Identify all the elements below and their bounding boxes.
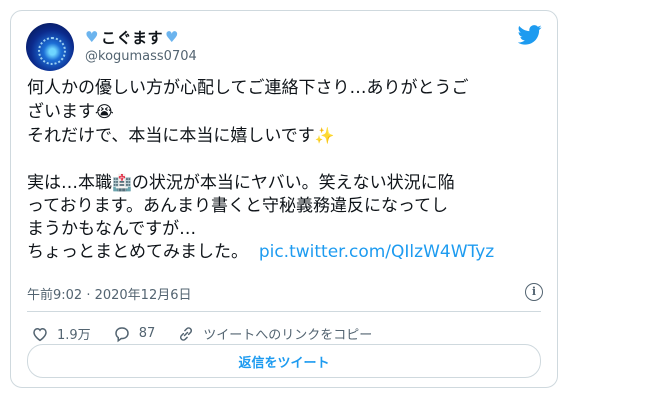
user-handle[interactable]: @kogumass0704 <box>85 49 197 64</box>
timestamp[interactable]: 午前9:02 · 2020年12月6日 <box>27 284 192 303</box>
pic-link[interactable]: pic.twitter.com/QIlzW4WTyz <box>259 242 494 262</box>
display-name[interactable]: ♥ こぐます ♥ <box>85 27 179 48</box>
blue-heart-icon: ♥ <box>164 28 179 46</box>
tweet-card: ♥ こぐます ♥ @kogumass0704 何人かの優しい方が心配してご連絡下… <box>10 10 558 388</box>
copy-link-label: ツイートへのリンクをコピー <box>203 328 373 343</box>
tweet-line: まうかもなんですが… <box>27 219 197 239</box>
like-count: 1.9万 <box>57 328 91 343</box>
like-button[interactable]: 1.9万 <box>31 324 91 343</box>
tweet-line: それだけで、本当に本当に嬉しいです✨ <box>27 126 335 146</box>
reply-icon <box>114 326 129 342</box>
avatar[interactable] <box>26 23 74 71</box>
hospital-icon: 🏥 <box>112 173 132 192</box>
crying-face-icon: 😭 <box>95 102 114 121</box>
display-name-text: こぐます <box>100 29 163 47</box>
tweet-line: 何人かの優しい方が心配してご連絡下さり…ありがとうご <box>27 78 469 98</box>
divider <box>27 311 541 312</box>
heart-icon <box>33 327 47 341</box>
reply-count: 87 <box>138 326 156 341</box>
tweet-line: っております。あんまり書くと守秘義務違反になってし <box>27 196 449 216</box>
info-icon[interactable]: i <box>525 283 543 301</box>
tweet-line: 実は…本職🏥の状況が本当にヤバい。笑えない状況に陥 <box>27 173 455 193</box>
sparkles-icon: ✨ <box>314 126 335 145</box>
link-icon <box>180 326 193 341</box>
copy-link-button[interactable]: ツイートへのリンクをコピー <box>177 324 372 343</box>
reply-count-button[interactable]: 87 <box>113 325 156 343</box>
tweet-line: ざいます😭 <box>27 102 114 122</box>
action-bar: 1.9万 87 ツイートへのリンクをコピー <box>31 324 394 343</box>
tweet-text: 何人かの優しい方が心配してご連絡下さり…ありがとうご ざいます😭 それだけで、本… <box>27 77 547 264</box>
reply-tweet-button[interactable]: 返信をツイート <box>27 344 541 378</box>
tweet-line: ちょっとまとめてみました。 pic.twitter.com/QIlzW4WTyz <box>27 242 495 262</box>
blue-heart-icon: ♥ <box>85 28 99 46</box>
twitter-bird-icon[interactable] <box>518 25 542 45</box>
